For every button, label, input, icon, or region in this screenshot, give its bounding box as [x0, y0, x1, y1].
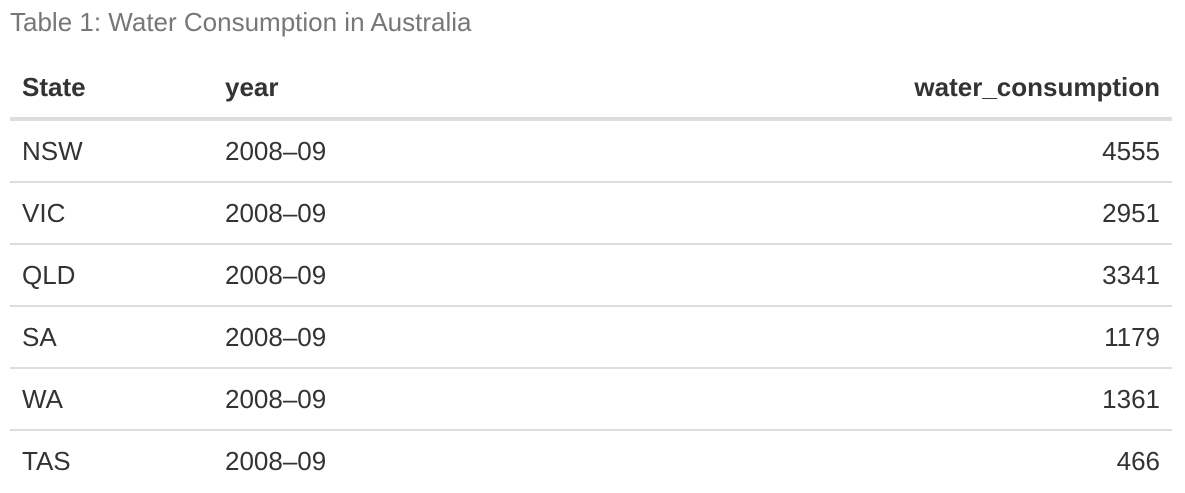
cell-water-consumption: 2951	[493, 181, 1172, 244]
column-header-year: year	[213, 58, 493, 121]
cell-state: SA	[10, 305, 213, 368]
cell-water-consumption: 4555	[1102, 135, 1160, 166]
cell-state: NSW	[22, 135, 83, 166]
cell-year: 2008–09	[213, 181, 493, 244]
cell-water-consumption: 1179	[493, 305, 1172, 368]
column-header-state: State	[10, 58, 213, 121]
water-consumption-table: State year water_consumption NSW 2008–09…	[10, 58, 1172, 491]
cell-year: 2008–09	[213, 243, 493, 306]
cell-water-consumption: 3341	[493, 243, 1172, 306]
table-row: TAS 2008–09 466	[10, 429, 1172, 491]
column-header-water-consumption: water_consumption	[493, 58, 1172, 121]
table-row: NSW 2008–09 4555	[10, 119, 1172, 182]
cell-state: VIC	[10, 181, 213, 244]
cell-water-consumption: 1361	[493, 367, 1172, 430]
cell-state: WA	[10, 367, 213, 430]
cell-year: 2008–09	[213, 367, 493, 430]
table-header-row: State year water_consumption	[10, 58, 1172, 121]
table-row: SA 2008–09 1179	[10, 305, 1172, 368]
cell-state: QLD	[10, 243, 213, 306]
table-row: QLD 2008–09 3341	[10, 243, 1172, 306]
cell-year: 2008–09	[225, 135, 327, 166]
table-caption: Table 1: Water Consumption in Australia	[10, 7, 472, 37]
cell-year: 2008–09	[213, 429, 493, 491]
table-row: WA 2008–09 1361	[10, 367, 1172, 430]
table-row: VIC 2008–09 2951	[10, 181, 1172, 244]
cell-year: 2008–09	[213, 305, 493, 368]
page: Table 1: Water Consumption in Australia …	[0, 0, 1185, 493]
cell-state: TAS	[10, 429, 213, 491]
cell-water-consumption: 466	[493, 429, 1172, 491]
